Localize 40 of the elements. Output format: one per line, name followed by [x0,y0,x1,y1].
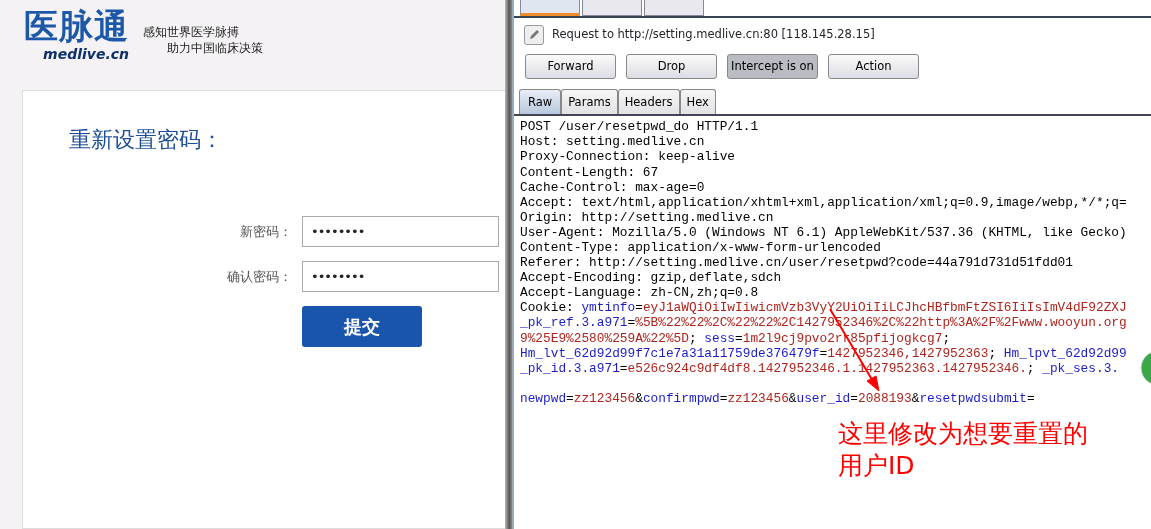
field-label: 确认密码： [226,267,293,286]
request-line: Accept-Language: zh-CN,zh;q=0.8 [520,285,760,301]
request-line: Accept-Encoding: gzip,deflate,sdch [520,270,783,286]
toggle-button[interactable]: Intercept is on [727,54,818,79]
view-tab[interactable]: Headers [617,89,680,115]
action-button[interactable]: Action [828,54,919,79]
request-line: Content-Length: 67 [520,164,660,180]
logo-domain: medlive.cn [43,46,129,62]
window-tab[interactable] [644,0,704,16]
request-line: Proxy-Connection: keep-alive [520,149,737,165]
submit-button[interactable]: 提交 [302,306,422,347]
request-line: Accept: text/html,application/xhtml+xml,application/xml;q=0.9,image/webp,*/*;q= [520,194,1128,210]
pencil-icon[interactable] [524,25,544,45]
request-line: newpwd=zz123456&confirmpwd=zz123456&user_id=2088193&resetpwdsubmit= [520,390,1036,407]
action-button[interactable]: Drop [626,54,717,79]
view-tab[interactable]: Hex [679,89,716,115]
view-tab[interactable]: Raw [519,89,562,115]
password-field[interactable]: •••••••• [302,216,499,247]
field-label: 新密码： [239,222,293,241]
request-line: Referer: http://setting.medlive.cn/user/resetpwd?code=44a791d731d51fdd01 [520,255,1074,271]
request-target: Request to http://setting.medlive.cn:80 [118.145.28.15] [552,26,875,44]
tagline-text: 助力中国临床决策 [166,40,263,56]
floating-badge-icon[interactable] [1140,350,1151,386]
tagline-text: 感知世界医学脉搏 [143,24,240,40]
request-line: POST /user/resetpwd_do HTTP/1.1 [520,119,760,135]
request-line: Cookie: ymtinfo=eyJ1aWQiOiIwIiwicmVzb3VyY2UiOiIiLCJhcHBfbmFtZSI6IiIsImV4dF92ZXJ [520,300,1128,316]
window-tab[interactable] [582,0,642,16]
request-line: Cache-Control: max-age=0 [520,179,706,195]
window-splitter[interactable] [505,0,512,529]
site-logo: 医脉通 [24,6,129,46]
password-field[interactable]: •••••••• [302,261,499,292]
action-button[interactable]: Forward [525,54,616,79]
request-line: Origin: http://setting.medlive.cn [520,209,775,225]
request-line: Host: setting.medlive.cn [520,134,706,150]
request-line: Content-Type: application/x-www-form-urlencoded [520,240,882,256]
window-tab[interactable] [520,0,580,16]
request-line: User-Agent: Mozilla/5.0 (Windows NT 6.1) AppleWebKit/537.36 (KHTML, like Gecko) [520,224,1128,240]
annotation-text: 这里修改为想要重置的 用户ID [838,418,1088,482]
view-tab[interactable]: Params [561,89,618,115]
form-title: 重新设置密码： [69,126,224,154]
